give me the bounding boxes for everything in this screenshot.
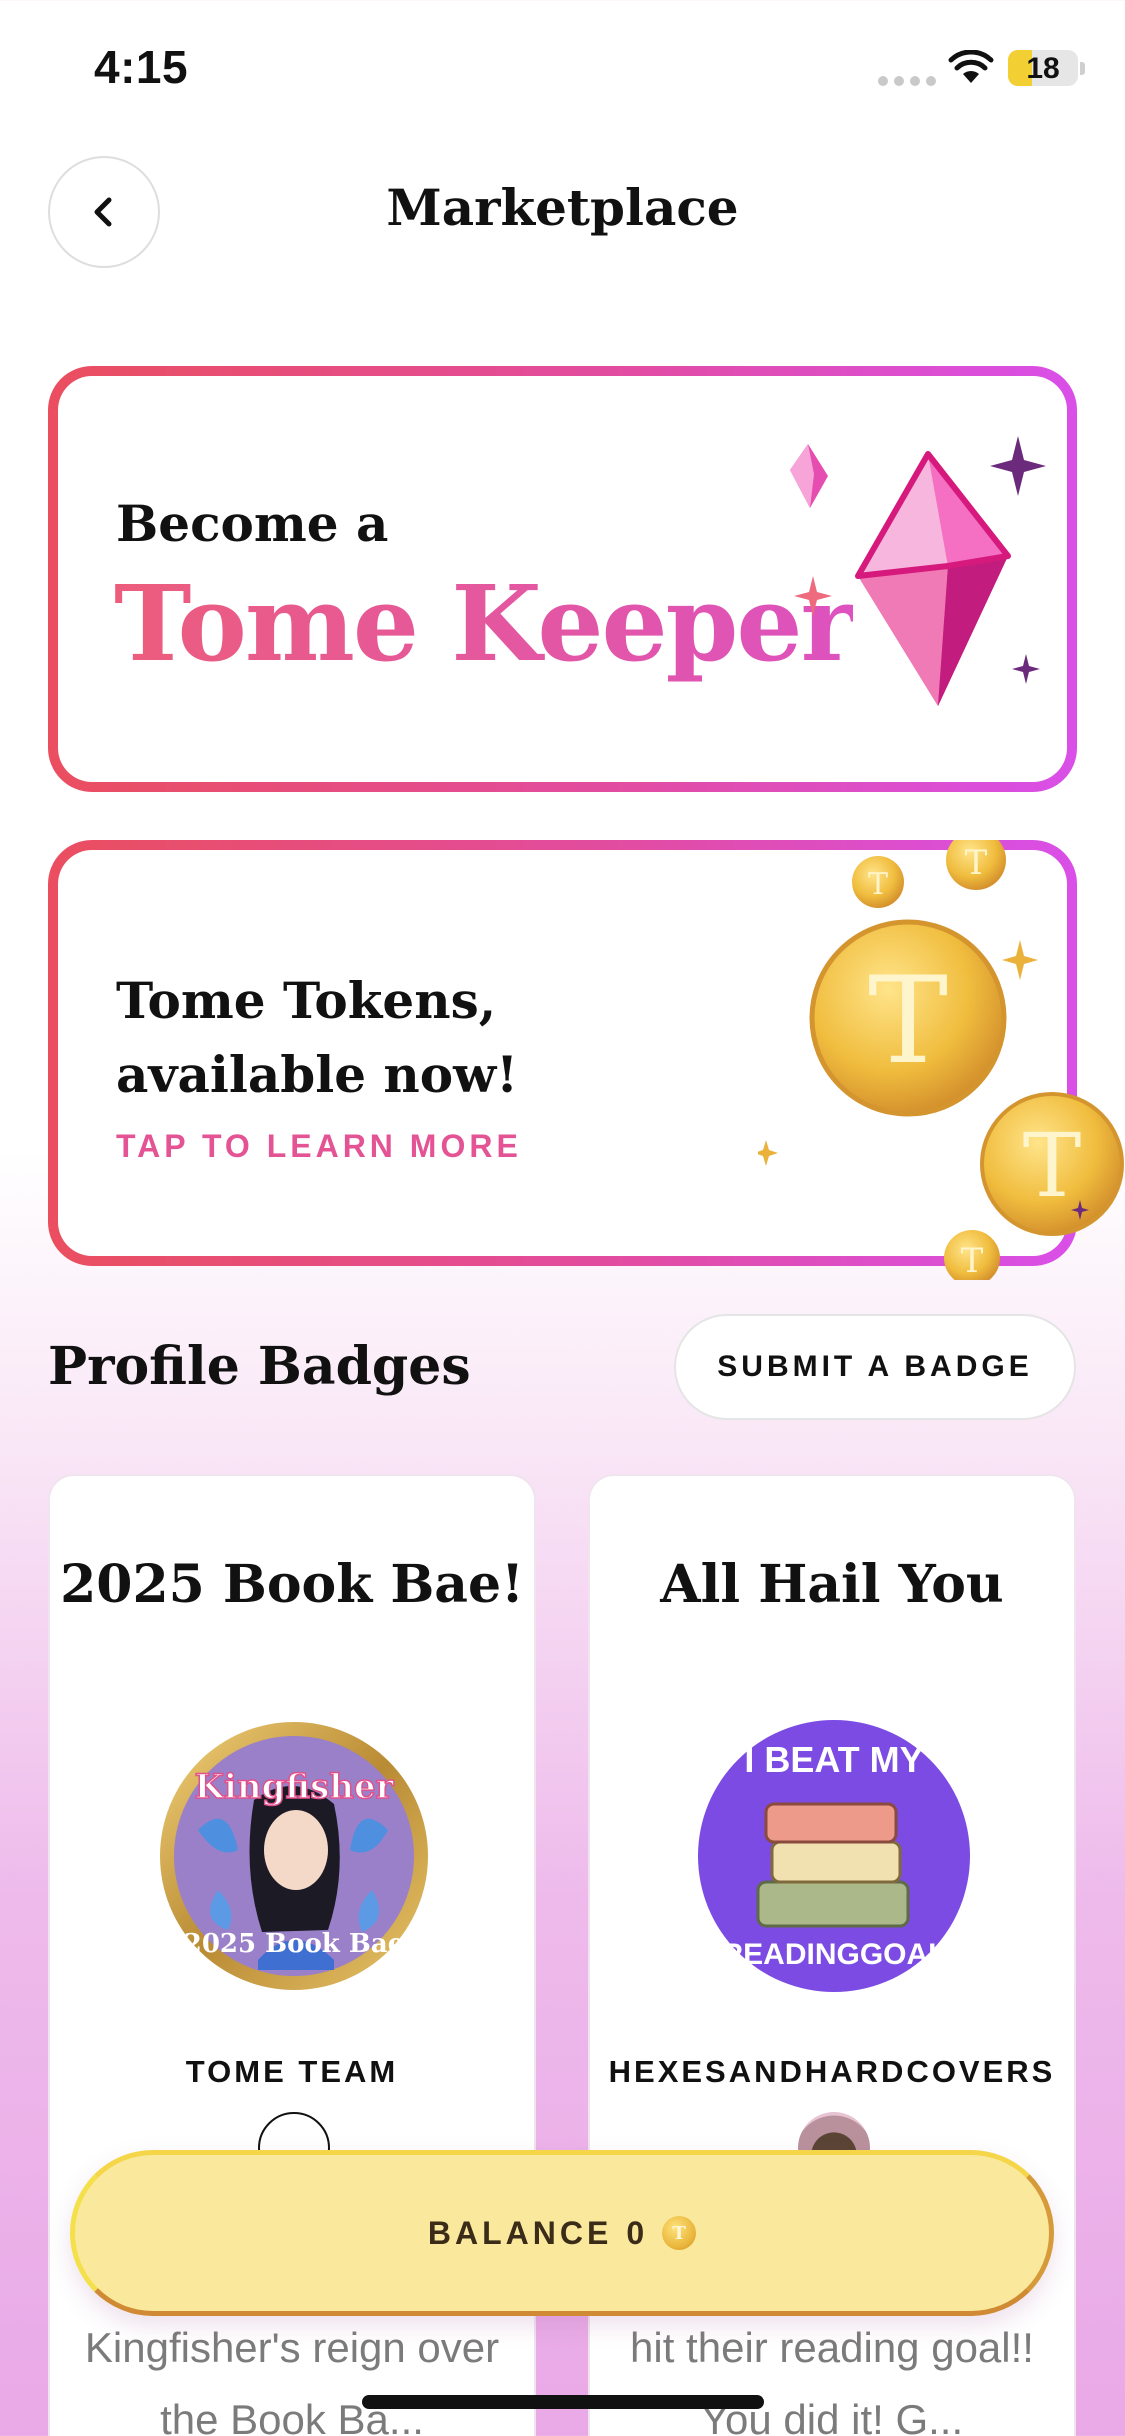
- badge-description: Kingfisher's reign over the Book Ba...: [84, 2324, 500, 2436]
- badge-name: All Hail You: [660, 1554, 1004, 1615]
- battery-level: 18: [1026, 52, 1060, 85]
- submit-badge-button[interactable]: SUBMIT A BADGE: [674, 1314, 1076, 1420]
- badge-text-top: Kingfisher: [194, 1767, 394, 1807]
- page-title: Marketplace: [386, 178, 739, 237]
- badge-name: 2025 Book Bae!: [60, 1554, 524, 1615]
- promo-tokens-title: Tome Tokens, available now!: [116, 971, 519, 1104]
- wifi-icon: [948, 50, 994, 83]
- coin-letter-4: T: [1023, 1114, 1082, 1217]
- status-time: 4:15: [94, 41, 189, 93]
- badge-text-bottom: 2025 Book Bae: [184, 1929, 405, 1959]
- tome-tokens-promo[interactable]: Tome Tokens, available now! TAP TO LEARN…: [48, 840, 1124, 1280]
- balance-label: BALANCE: [427, 2214, 613, 2251]
- tome-keeper-promo[interactable]: Become a Tome Keeper: [48, 366, 1077, 792]
- home-indicator: [362, 2395, 764, 2409]
- promo-keeper-line2: Tome Keeper: [114, 562, 855, 685]
- coin-letter-2: T: [965, 843, 988, 883]
- badge-author: TOME TEAM: [185, 2054, 399, 2089]
- section-title-profile-badges: Profile Badges: [48, 1336, 471, 1397]
- kingfisher-badge-image: Kingfisher 2025 Book Bae: [160, 1722, 428, 1990]
- badge-description: hit their reading goal!! You did it! G..…: [630, 2324, 1034, 2436]
- balance-value: 0: [626, 2214, 649, 2251]
- coin-letter-3: T: [868, 952, 948, 1091]
- battery-icon: 18: [1008, 50, 1078, 86]
- token-coin-icon: T: [662, 2216, 697, 2250]
- badge-text-bottom: READINGGOAL: [722, 1938, 947, 1971]
- gem-icon: [790, 436, 1046, 706]
- promo-keeper-line1: Become a: [116, 494, 389, 553]
- learn-more-link[interactable]: TAP TO LEARN MORE: [116, 1128, 522, 1165]
- coin-letter-5: T: [961, 1241, 984, 1280]
- cellular-signal-icon: [878, 76, 936, 86]
- coins-icon: T T T T T: [758, 840, 1124, 1280]
- balance-button[interactable]: BALANCE 0 T: [70, 2150, 1054, 2316]
- coin-letter-1: T: [868, 867, 888, 902]
- badge-author: HEXESANDHARDCOVERS: [608, 2054, 1056, 2089]
- coin-letter: T: [672, 2222, 686, 2244]
- reading-goal-badge-image: I BEAT MY READINGGOAL: [698, 1720, 970, 1992]
- badge-text-top: I BEAT MY: [744, 1739, 923, 1780]
- battery-tip: [1080, 62, 1085, 75]
